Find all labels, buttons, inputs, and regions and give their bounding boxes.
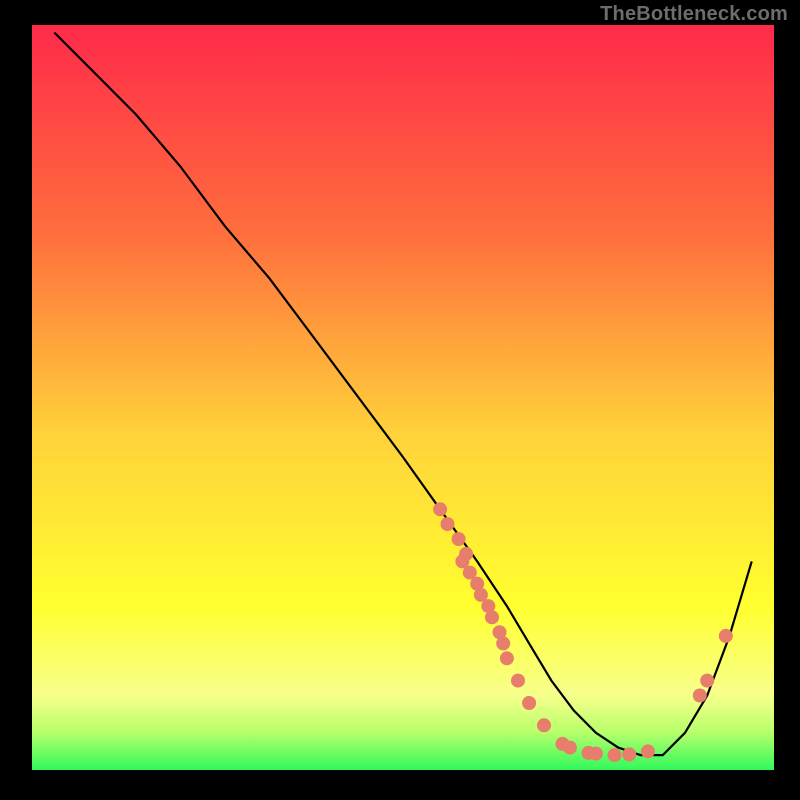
data-point xyxy=(485,610,499,624)
chart-canvas xyxy=(0,0,800,800)
data-point xyxy=(441,517,455,531)
data-point xyxy=(537,718,551,732)
data-point xyxy=(641,744,655,758)
data-point xyxy=(496,636,510,650)
data-point xyxy=(693,689,707,703)
data-point xyxy=(563,741,577,755)
chart-stage: TheBottleneck.com xyxy=(0,0,800,800)
data-point xyxy=(700,674,714,688)
watermark-text: TheBottleneck.com xyxy=(600,3,788,26)
data-point xyxy=(511,674,525,688)
data-point xyxy=(452,532,466,546)
data-point xyxy=(719,629,733,643)
data-point xyxy=(433,502,447,516)
data-point xyxy=(622,747,636,761)
data-point xyxy=(522,696,536,710)
data-point xyxy=(589,747,603,761)
data-point xyxy=(608,748,622,762)
plot-background xyxy=(32,25,774,770)
data-point xyxy=(500,651,514,665)
